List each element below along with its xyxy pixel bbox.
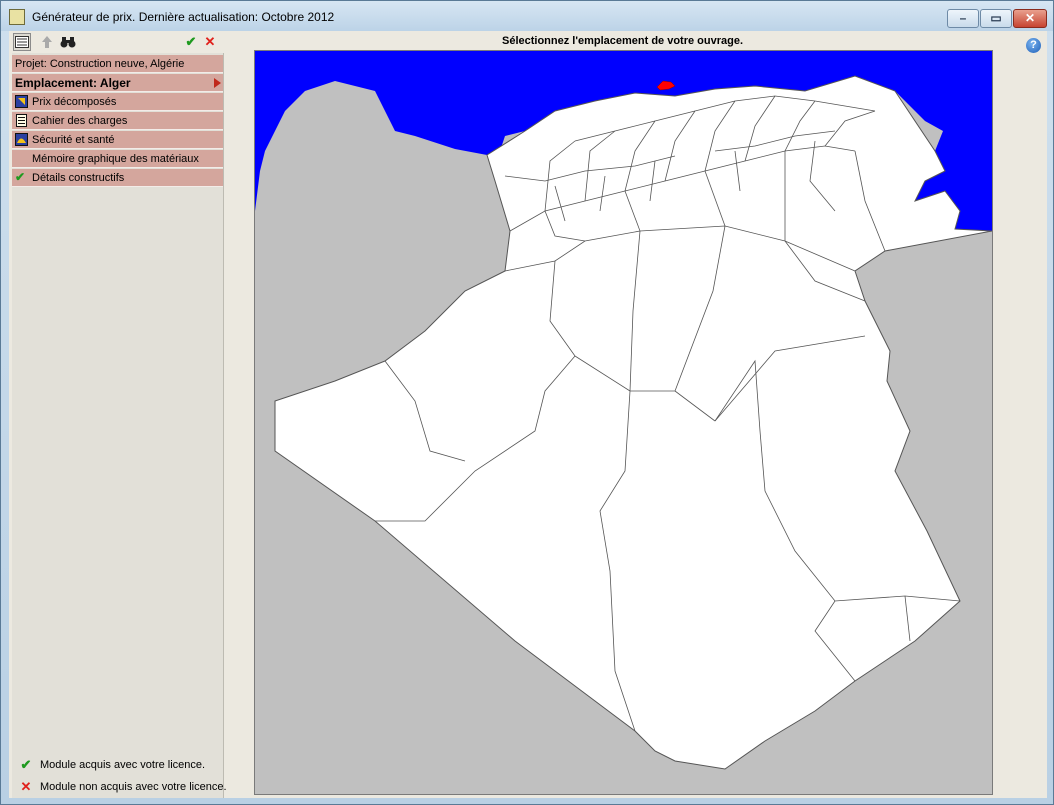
client-area: ✔ ✕ Projet: Construction neuve, Algérie … (9, 31, 1047, 798)
cross-icon: ✕ (204, 34, 216, 49)
close-button[interactable]: ✕ (1013, 9, 1047, 28)
check-icon: ✔ (15, 170, 26, 184)
menu-item-memoire-graphique[interactable]: Mémoire graphique des matériaux (12, 150, 223, 168)
map-title: Sélectionnez l'emplacement de votre ouvr… (501, 35, 744, 47)
legend-acquired: ✔ Module acquis avec votre licence. (15, 757, 225, 773)
list-view-icon (15, 36, 29, 48)
location-item[interactable]: Emplacement: Alger (12, 74, 223, 92)
app-icon (9, 9, 25, 25)
helmet-icon (15, 133, 28, 146)
legend-not-acquired: ✕ Module non acquis avec votre licence. (15, 779, 227, 795)
maximize-button[interactable]: ▭ (980, 9, 1012, 28)
go-up-button[interactable] (38, 33, 56, 51)
menu-item-cahier-des-charges[interactable]: Cahier des charges (12, 112, 223, 130)
map-frame (254, 50, 993, 795)
binoculars-icon (60, 37, 76, 48)
menu-item-label: Mémoire graphique des matériaux (32, 153, 199, 165)
menu-item-label: Sécurité et santé (32, 134, 115, 146)
minimize-icon: – (959, 11, 967, 25)
app-window: Générateur de prix. Dernière actualisati… (0, 0, 1054, 805)
check-icon: ✔ (20, 757, 32, 772)
menu-item-details-constructifs[interactable]: ✔ Détails constructifs (12, 169, 223, 187)
project-item[interactable]: Projet: Construction neuve, Algérie (12, 55, 223, 73)
left-panel: Projet: Construction neuve, Algérie Empl… (12, 53, 227, 798)
close-icon: ✕ (1024, 11, 1036, 25)
title-bar[interactable]: Générateur de prix. Dernière actualisati… (1, 1, 1053, 31)
menu-item-label: Cahier des charges (32, 115, 128, 127)
search-button[interactable] (59, 33, 77, 51)
cancel-button[interactable]: ✕ (201, 33, 219, 51)
accept-button[interactable]: ✔ (182, 33, 200, 51)
minimize-button[interactable]: – (947, 9, 979, 28)
check-icon: ✔ (185, 34, 197, 49)
legend-text: Module acquis avec votre licence. (40, 759, 206, 771)
help-icon[interactable]: ? (1026, 38, 1041, 53)
document-icon (16, 114, 27, 127)
toolbar: ✔ ✕ (9, 31, 223, 53)
menu-item-securite-et-sante[interactable]: Sécurité et santé (12, 131, 223, 149)
menu-item-label: Détails constructifs (32, 172, 125, 184)
menu-item-prix-decomposes[interactable]: Prix décomposés (12, 93, 223, 111)
list-view-button[interactable] (13, 33, 31, 51)
menu-item-label: Prix décomposés (32, 96, 117, 108)
location-label: Emplacement: Alger (15, 76, 131, 90)
algeria-map[interactable] (255, 51, 992, 794)
maximize-icon: ▭ (990, 11, 1002, 25)
cross-icon: ✕ (20, 779, 32, 794)
legend-text: Module non acquis avec votre licence. (40, 781, 227, 793)
arrow-up-icon (42, 36, 52, 48)
price-icon (15, 95, 28, 108)
window-title: Générateur de prix. Dernière actualisati… (32, 10, 335, 24)
expand-arrow-icon[interactable] (214, 78, 221, 88)
